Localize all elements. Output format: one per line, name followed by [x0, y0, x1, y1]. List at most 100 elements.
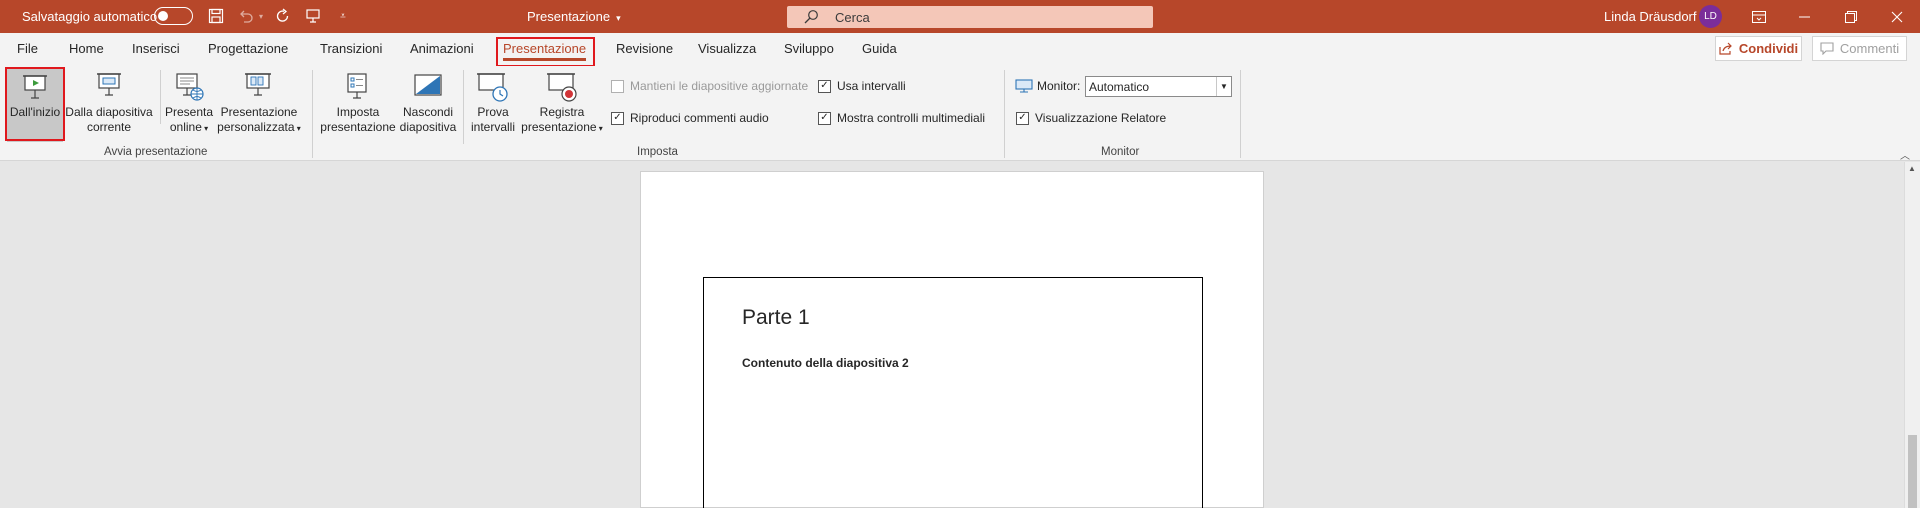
avatar[interactable]: LD: [1699, 5, 1722, 28]
document-title-text: Presentazione: [527, 9, 611, 24]
minimize-icon[interactable]: [1782, 0, 1828, 33]
vertical-scrollbar[interactable]: ▲: [1904, 162, 1920, 508]
save-icon[interactable]: [206, 6, 226, 26]
monitor-select[interactable]: Automatico ▼: [1085, 76, 1232, 97]
keep-slides-updated-checkbox[interactable]: Mantieni le diapositive aggiornate: [611, 79, 808, 93]
present-online-label-1: Presenta: [164, 105, 214, 119]
present-from-start-qat-icon[interactable]: [303, 6, 323, 26]
tab-inserisci[interactable]: Inserisci: [132, 41, 180, 56]
setup-slideshow-icon: [347, 73, 367, 99]
rehearse-timings-button[interactable]: Prova intervalli: [467, 68, 519, 142]
keep-slides-updated-label: Mantieni le diapositive aggiornate: [630, 79, 809, 93]
check-icon: ✓: [818, 79, 831, 93]
tab-revisione[interactable]: Revisione: [616, 41, 673, 56]
tab-file[interactable]: File: [17, 41, 38, 56]
from-current-slide-button[interactable]: Dalla diapositiva corrente: [64, 68, 154, 142]
chevron-down-icon: ▾: [294, 124, 301, 133]
hide-slide-label-1: Nascondi: [402, 105, 454, 119]
chevron-down-icon: ▾: [201, 124, 209, 133]
group-separator: [1004, 70, 1005, 158]
tab-progettazione[interactable]: Progettazione: [208, 41, 288, 56]
present-online-label-2: online: [169, 120, 202, 134]
tab-guida[interactable]: Guida: [862, 41, 897, 56]
use-timings-label: Usa intervalli: [837, 79, 906, 93]
custom-slideshow-button[interactable]: Presentazione personalizzata ▾: [217, 68, 301, 142]
tab-animazioni[interactable]: Animazioni: [410, 41, 474, 56]
record-slideshow-button[interactable]: Registra presentazione ▾: [520, 68, 604, 142]
show-media-controls-checkbox[interactable]: ✓ Mostra controlli multimediali: [818, 111, 985, 125]
slide-workspace: Parte 1 Contenuto della diapositiva 2: [0, 162, 1904, 508]
checkbox-box: [611, 79, 624, 93]
comments-button[interactable]: Commenti: [1812, 36, 1907, 61]
record-label-1: Registra: [539, 105, 585, 119]
presenter-view-checkbox[interactable]: ✓ Visualizzazione Relatore: [1016, 111, 1166, 125]
setup-label-2: presentazione: [320, 120, 396, 134]
slide-frame[interactable]: Parte 1 Contenuto della diapositiva 2: [703, 277, 1203, 508]
undo-dropdown-icon[interactable]: ▾: [256, 6, 266, 26]
check-icon: ✓: [818, 111, 831, 125]
from-current-label-2: corrente: [86, 120, 132, 134]
undo-icon[interactable]: [236, 6, 256, 26]
slide-body-text[interactable]: Contenuto della diapositiva 2: [742, 356, 909, 370]
document-title[interactable]: Presentazione ▾: [527, 9, 621, 24]
monitor-label: Monitor:: [1015, 79, 1080, 93]
share-label: Condividi: [1738, 41, 1799, 56]
ribbon: Dall'inizio Dalla diapositiva corrente P…: [0, 66, 1920, 161]
custom-slideshow-label-1: Presentazione: [220, 105, 298, 119]
tab-transizioni[interactable]: Transizioni: [320, 41, 382, 56]
comment-icon: [1820, 42, 1834, 55]
chevron-down-icon: ▾: [596, 124, 603, 133]
restore-icon[interactable]: [1828, 0, 1874, 33]
share-icon: [1719, 42, 1732, 55]
group-separator: [1240, 70, 1241, 158]
autosave-label: Salvataggio automatico: [22, 9, 158, 24]
use-timings-checkbox[interactable]: ✓ Usa intervalli: [818, 79, 906, 93]
title-bar: Salvataggio automatico ▾ ⩡ Presentazione…: [0, 0, 1920, 33]
rehearse-label-2: intervalli: [470, 120, 515, 134]
play-narrations-checkbox[interactable]: ✓ Riproduci commenti audio: [611, 111, 769, 125]
record-label-2: presentazione: [521, 120, 597, 134]
tab-sviluppo[interactable]: Sviluppo: [784, 41, 834, 56]
customize-qat-icon[interactable]: ⩡: [333, 6, 353, 26]
slideshow-current-icon: [97, 73, 121, 96]
play-narrations-label: Riproduci commenti audio: [630, 111, 769, 125]
search-placeholder: Cerca: [835, 10, 870, 25]
tab-visualizza[interactable]: Visualizza: [698, 41, 756, 56]
monitor-label-text: Monitor:: [1037, 79, 1081, 93]
monitor-icon: [1015, 79, 1033, 93]
collapse-ribbon-icon[interactable]: ︿: [1900, 147, 1910, 162]
autosave-toggle[interactable]: [154, 7, 193, 25]
ribbon-tabs: File Home Inserisci Progettazione Transi…: [0, 33, 1920, 66]
setup-label-1: Imposta: [336, 105, 380, 119]
hide-slide-label-2: diapositiva: [399, 120, 457, 134]
scrollbar-thumb[interactable]: [1908, 435, 1917, 508]
group-label-imposta: Imposta: [637, 146, 678, 158]
scroll-up-icon[interactable]: ▲: [1908, 164, 1916, 173]
slide-title[interactable]: Parte 1: [742, 306, 810, 330]
hide-slide-icon: [414, 74, 442, 96]
group-label-avvia: Avvia presentazione: [104, 146, 208, 158]
hide-slide-button[interactable]: Nascondi diapositiva: [398, 68, 458, 142]
record-icon: [547, 73, 577, 102]
share-button[interactable]: Condividi: [1715, 36, 1802, 61]
present-online-button[interactable]: Presenta online ▾: [163, 68, 215, 142]
tab-home[interactable]: Home: [69, 41, 104, 56]
monitor-select-value: Automatico: [1089, 80, 1150, 94]
close-icon[interactable]: [1874, 0, 1920, 33]
custom-slideshow-icon: [245, 73, 271, 96]
setup-slideshow-button[interactable]: Imposta presentazione: [320, 68, 396, 142]
from-current-label-1: Dalla diapositiva: [65, 105, 153, 119]
check-icon: ✓: [1016, 111, 1029, 125]
redo-icon[interactable]: [273, 6, 293, 26]
from-beginning-highlight: [5, 67, 65, 141]
toggle-knob: [158, 11, 168, 21]
search-icon: [803, 9, 819, 28]
user-name[interactable]: Linda Dräusdorf: [1604, 9, 1697, 24]
chevron-down-icon: ▼: [1216, 77, 1231, 96]
ribbon-display-options-icon[interactable]: [1736, 0, 1782, 33]
search-box[interactable]: Cerca: [787, 6, 1153, 28]
slide-canvas: Parte 1 Contenuto della diapositiva 2: [640, 171, 1264, 508]
custom-slideshow-label-2: personalizzata: [217, 120, 295, 134]
button-separator: [463, 70, 464, 144]
group-label-monitor: Monitor: [1101, 146, 1140, 158]
